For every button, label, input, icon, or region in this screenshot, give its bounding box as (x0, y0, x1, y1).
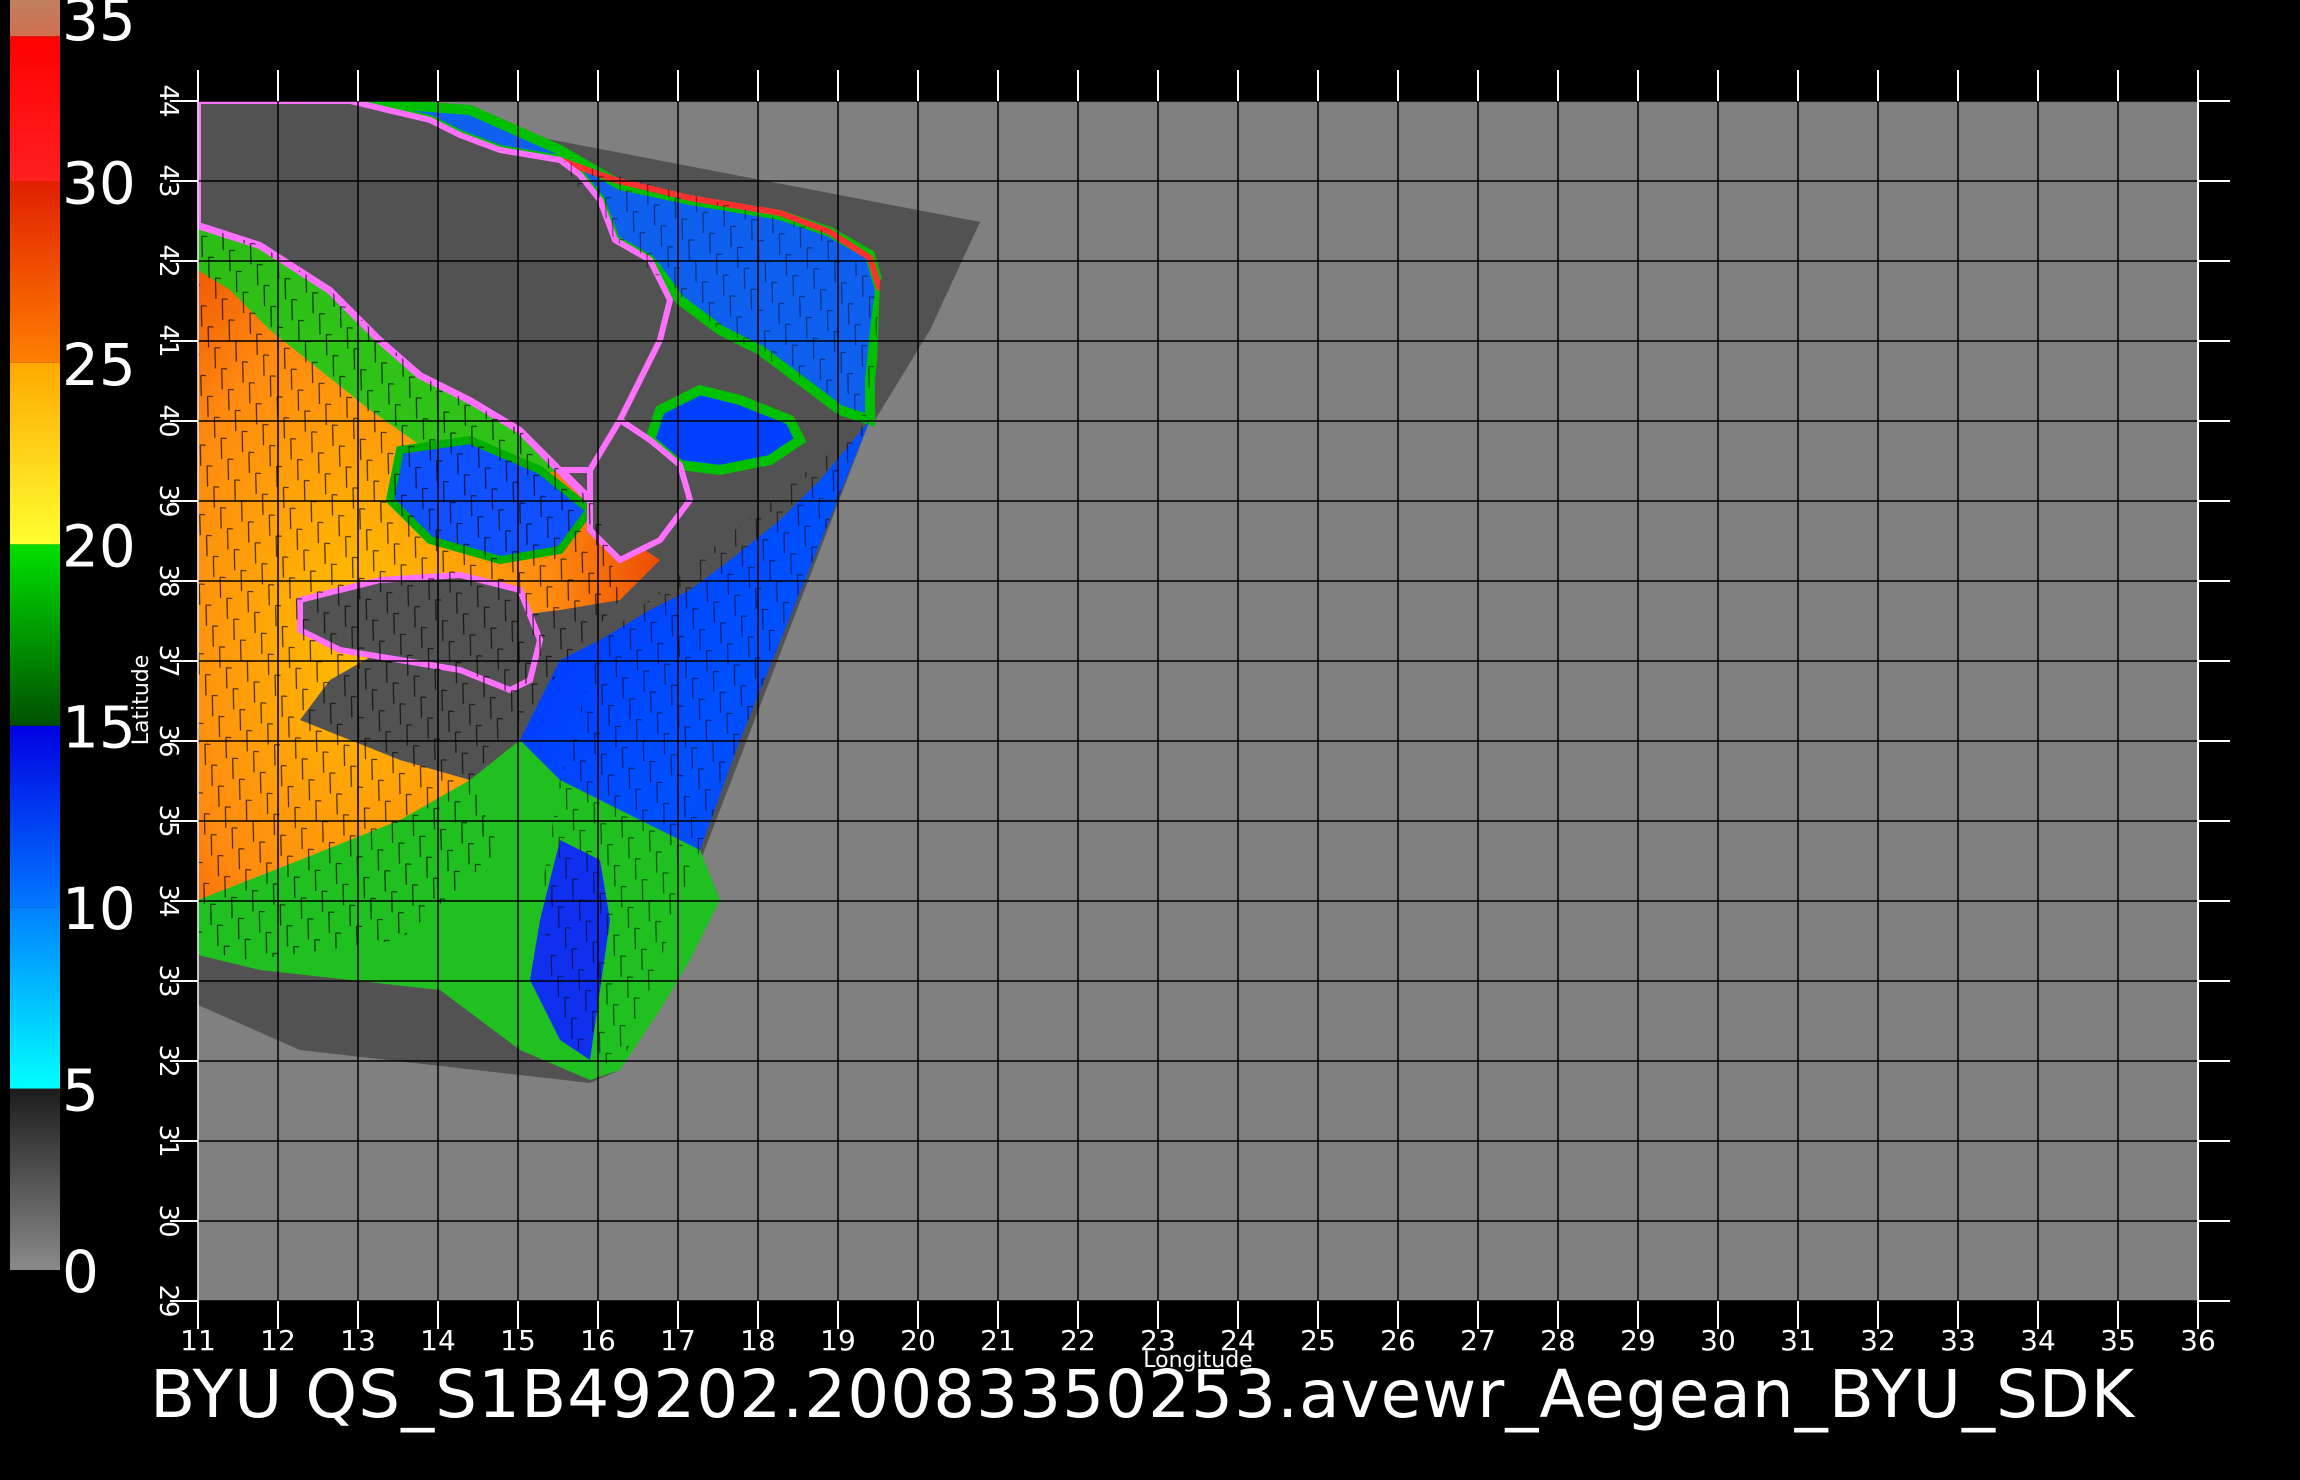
x-tick-label: 13 (340, 1324, 376, 1357)
x-tick-label: 32 (1860, 1324, 1896, 1357)
x-tick-label: 33 (1940, 1324, 1976, 1357)
colorbar-label: 25 (62, 331, 136, 399)
y-tick-label: 34 (153, 884, 183, 917)
y-tick-label: 36 (153, 724, 183, 757)
x-tick-label: 35 (2100, 1324, 2136, 1357)
colorbar-label: 30 (62, 149, 136, 217)
x-tick-label: 29 (1620, 1324, 1656, 1357)
colorbar-band (10, 181, 60, 363)
x-tick-label: 11 (180, 1324, 216, 1357)
y-axis-label: Latitude (129, 655, 154, 746)
y-tick-label: 38 (153, 564, 183, 597)
x-tick-label: 34 (2020, 1324, 2056, 1357)
x-tick-label: 31 (1780, 1324, 1816, 1357)
x-tick-label: 19 (820, 1324, 856, 1357)
y-tick-label: 35 (153, 804, 183, 837)
x-tick-label: 22 (1060, 1324, 1096, 1357)
x-tick-label: 30 (1700, 1324, 1736, 1357)
x-tick-label: 16 (580, 1324, 616, 1357)
y-tick-labels: 29 30 31 32 33 34 35 36 37 38 39 40 41 42 43 44 (153, 84, 183, 1317)
x-tick-label: 15 (500, 1324, 536, 1357)
colorbar-band (10, 725, 60, 908)
y-tick-label: 39 (153, 484, 183, 517)
colorbar-labels: 0 5 10 15 20 25 30 35 (62, 0, 136, 1306)
y-tick-label: 29 (153, 1284, 183, 1317)
colorbar-band (10, 36, 60, 182)
colorbar-band (10, 362, 60, 545)
y-tick-label: 44 (153, 84, 183, 117)
colorbar-band (10, 0, 60, 37)
colorbar-label: 5 (62, 1057, 99, 1125)
y-tick-label: 33 (153, 964, 183, 997)
colorbar-band (10, 544, 60, 726)
colorbar (10, 0, 60, 1270)
colorbar-label: 0 (62, 1238, 99, 1306)
x-tick-label: 25 (1300, 1324, 1336, 1357)
colorbar-label: 15 (62, 694, 136, 762)
wind-map-figure: 05101520253035 11 12 13 14 15 16 17 18 1… (10, 0, 2230, 1373)
colorbar-label: 10 (62, 875, 136, 943)
x-tick-label: 20 (900, 1324, 936, 1357)
x-tick-label: 26 (1380, 1324, 1416, 1357)
x-tick-label: 21 (980, 1324, 1016, 1357)
x-tick-label: 28 (1540, 1324, 1576, 1357)
colorbar-band (10, 1088, 60, 1270)
y-tick-label: 31 (153, 1124, 183, 1157)
y-tick-label: 41 (153, 324, 183, 357)
x-tick-label: 18 (740, 1324, 776, 1357)
colorbar-label: 35 (62, 0, 136, 54)
y-tick-label: 30 (153, 1204, 183, 1237)
y-tick-label: 42 (153, 244, 183, 277)
x-tick-label: 17 (660, 1324, 696, 1357)
y-tick-label: 37 (153, 644, 183, 677)
x-tick-label: 14 (420, 1324, 456, 1357)
colorbar-label: 20 (62, 512, 136, 580)
colorbar-band (10, 907, 60, 1089)
y-tick-label: 43 (153, 164, 183, 197)
x-tick-label: 12 (260, 1324, 296, 1357)
x-tick-label: 36 (2180, 1324, 2216, 1357)
y-tick-label: 32 (153, 1044, 183, 1077)
figure-title: BYU QS_S1B49202.20083350253.avewr_Aegean… (150, 1356, 2135, 1433)
y-tick-label: 40 (153, 404, 183, 437)
x-tick-label: 27 (1460, 1324, 1496, 1357)
